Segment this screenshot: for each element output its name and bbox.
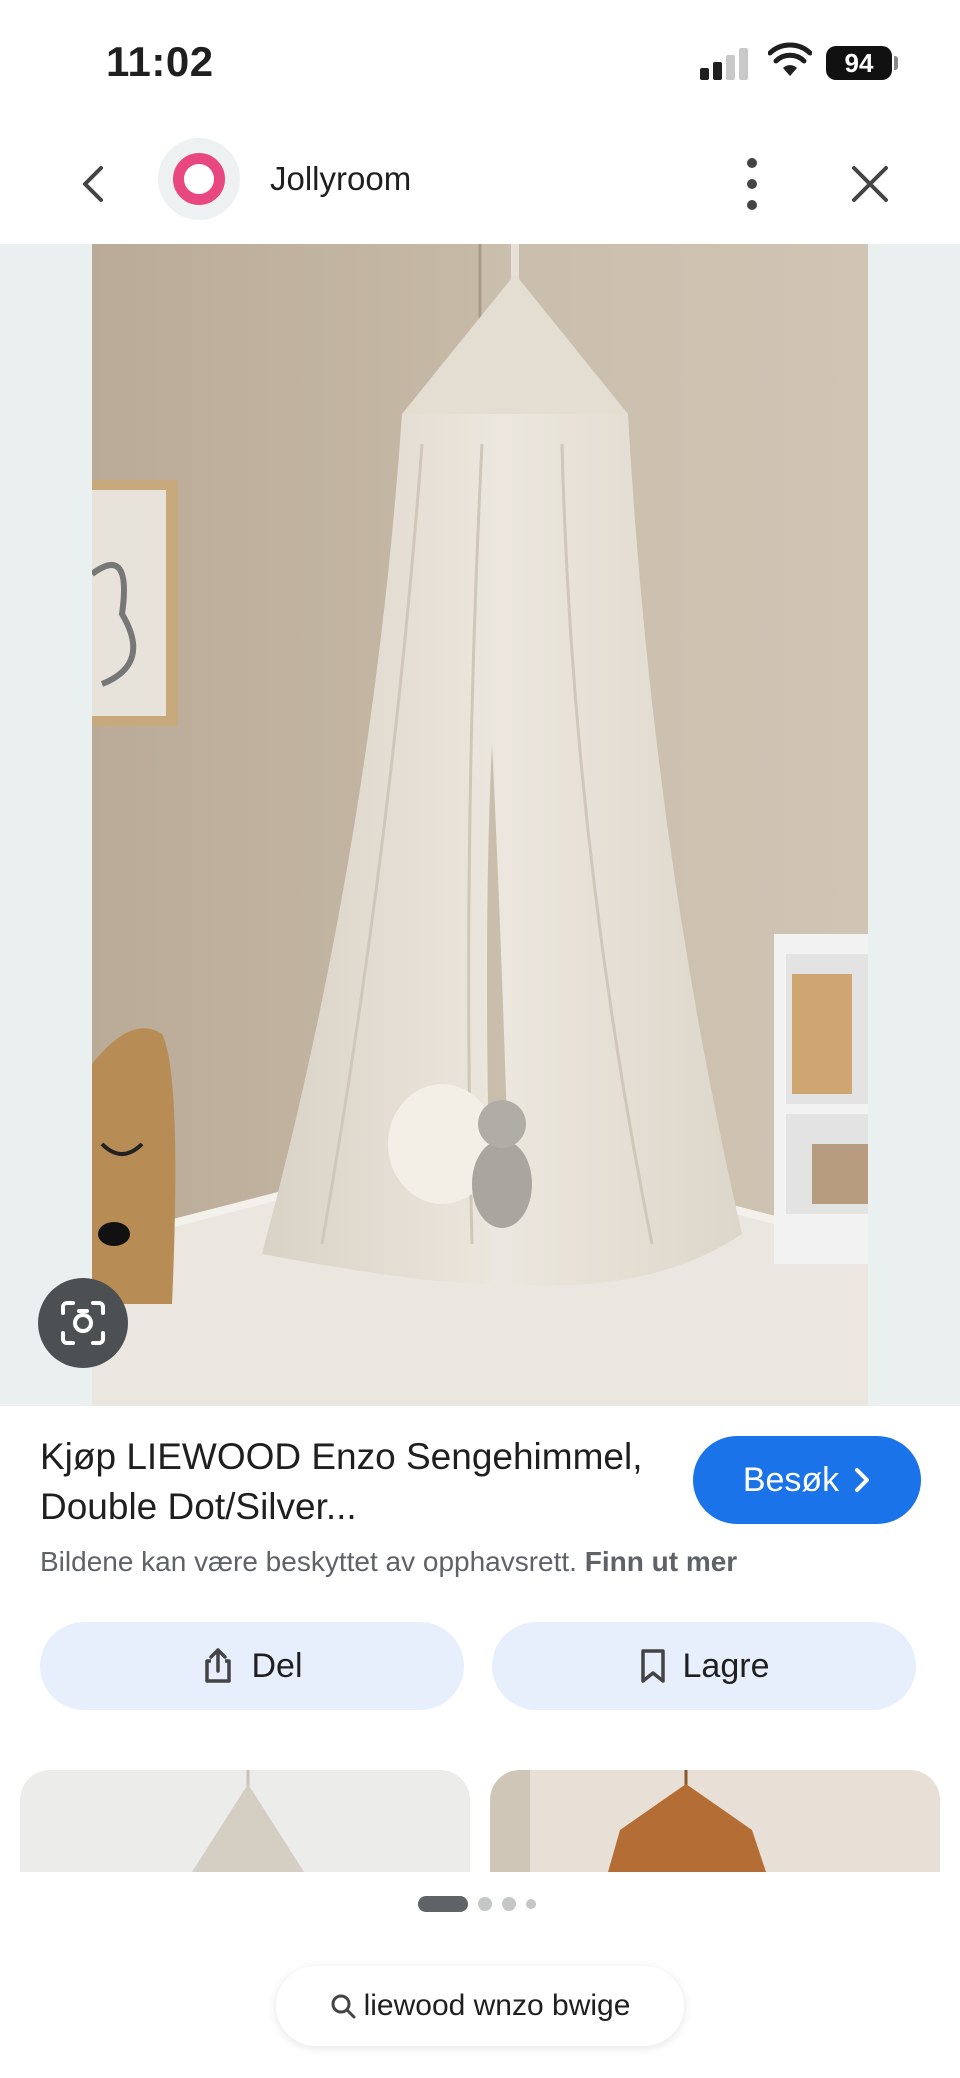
lens-button[interactable] (38, 1278, 128, 1368)
copyright-text: Bildene kan være beskyttet av opphavsret… (40, 1546, 577, 1577)
more-options-button[interactable] (732, 154, 772, 214)
bookmark-icon (640, 1649, 665, 1683)
wifi-icon (768, 42, 812, 76)
learn-more-link[interactable]: Finn ut mer (585, 1546, 737, 1577)
jollyroom-logo-icon (173, 153, 225, 205)
page-dot (526, 1899, 536, 1909)
result-title[interactable]: Kjøp LIEWOOD Enzo Sengehimmel, Double Do… (40, 1432, 660, 1532)
search-query-text: liewood wnzo bwige (363, 1989, 631, 2022)
site-name[interactable]: Jollyroom (270, 160, 411, 198)
save-button[interactable]: Lagre (492, 1622, 916, 1710)
cellular-signal-icon (700, 46, 752, 80)
related-canopy-thumbnail-brown (490, 1770, 766, 1872)
site-logo[interactable] (158, 138, 240, 220)
close-button[interactable] (842, 156, 898, 212)
save-label: Lagre (682, 1646, 770, 1685)
page-dot-active (418, 1896, 468, 1912)
status-bar: 11:02 94 (0, 0, 960, 128)
chevron-right-icon (855, 1468, 870, 1492)
page-dot (502, 1897, 516, 1911)
back-button[interactable] (66, 156, 122, 212)
page-indicator (418, 1896, 536, 1912)
close-icon (852, 166, 888, 202)
visit-button[interactable]: Besøk (693, 1436, 921, 1524)
product-photo[interactable] (92, 244, 868, 1406)
related-image-2[interactable] (490, 1770, 940, 1872)
lens-search-icon (61, 1301, 105, 1345)
search-icon (331, 1994, 356, 2019)
image-viewer[interactable] (0, 244, 960, 1406)
share-icon (205, 1648, 232, 1683)
copyright-notice: Bildene kan være beskyttet av opphavsret… (40, 1546, 737, 1578)
share-button[interactable]: Del (40, 1622, 464, 1710)
battery-cap (894, 56, 898, 70)
related-image-1[interactable] (20, 1770, 470, 1872)
search-query-chip[interactable]: liewood wnzo bwige (276, 1966, 684, 2046)
page-dot (478, 1897, 492, 1911)
battery-indicator: 94 (826, 46, 892, 80)
share-label: Del (251, 1646, 303, 1685)
bottom-bar: liewood wnzo bwige (0, 1872, 960, 2078)
related-canopy-thumbnail (192, 1770, 304, 1872)
status-time: 11:02 (106, 38, 214, 85)
visit-label: Besøk (742, 1460, 840, 1499)
back-arrow-icon (83, 166, 103, 202)
viewer-header: Jollyroom (0, 128, 960, 244)
